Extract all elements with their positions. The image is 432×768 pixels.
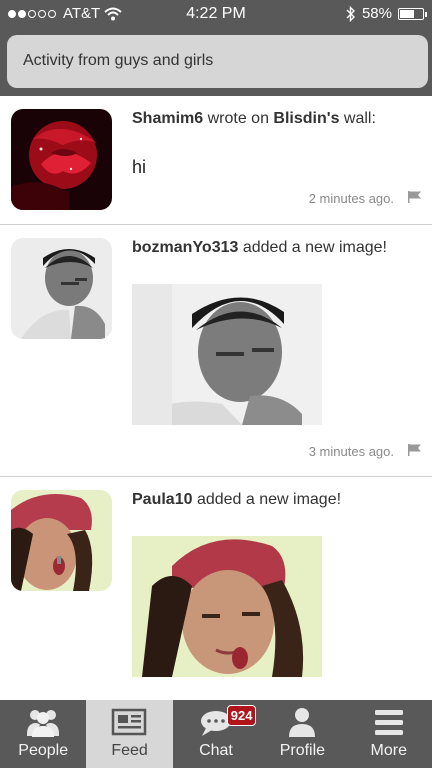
battery-icon: [398, 7, 427, 20]
newspaper-icon: [112, 708, 147, 736]
page-title: Activity from guys and girls: [23, 52, 214, 69]
flag-icon[interactable]: [408, 444, 422, 456]
profile-icon: [289, 708, 316, 737]
username-link[interactable]: bozmanYo313: [132, 239, 238, 256]
tab-feed[interactable]: Feed: [86, 700, 173, 768]
tab-label: Profile: [279, 742, 326, 759]
system-indicators: 58%: [346, 5, 427, 22]
activity-headline: Shamim6 wrote on Blisdin's wall:: [132, 110, 376, 128]
tab-people[interactable]: People: [0, 700, 86, 768]
feed-item: Shamim6 wrote on Blisdin's wall: hi 2 mi…: [0, 96, 432, 225]
bluetooth-icon: [346, 5, 355, 22]
username-link[interactable]: Paula10: [132, 491, 192, 508]
post-message: hi: [132, 157, 147, 177]
username-link[interactable]: Shamim6: [132, 110, 203, 127]
tab-chat[interactable]: 924 Chat: [173, 700, 259, 768]
feed-item: Paula10 added a new image!: [0, 477, 432, 700]
post-image[interactable]: [132, 284, 322, 425]
tab-label: Chat: [199, 742, 233, 759]
tab-bar: People Feed 924 Chat Profile More: [0, 700, 432, 768]
flag-icon[interactable]: [408, 191, 422, 203]
tab-label: More: [370, 742, 407, 759]
activity-action: added a new image!: [242, 239, 387, 256]
tab-more[interactable]: More: [346, 700, 432, 768]
activity-action: added a new image!: [196, 491, 342, 508]
avatar[interactable]: [11, 238, 112, 339]
status-bar: AT&T 4:22 PM 58%: [0, 0, 432, 28]
timestamp: 2 minutes ago.: [308, 191, 394, 206]
activity-title-box[interactable]: Activity from guys and girls: [7, 35, 428, 88]
tab-profile[interactable]: Profile: [259, 700, 345, 768]
activity-feed[interactable]: Shamim6 wrote on Blisdin's wall: hi 2 mi…: [0, 96, 432, 700]
activity-headline: Paula10 added a new image!: [132, 491, 341, 509]
unread-badge: 924: [226, 705, 257, 726]
activity-headline: bozmanYo313 added a new image!: [132, 239, 387, 257]
battery-percentage: 58%: [361, 5, 392, 22]
activity-suffix: wall:: [343, 110, 376, 127]
post-image[interactable]: [132, 536, 322, 677]
timestamp: 3 minutes ago.: [308, 444, 394, 459]
tab-label: Feed: [111, 742, 148, 759]
people-icon: [27, 710, 59, 737]
avatar[interactable]: [11, 109, 112, 210]
header: Activity from guys and girls: [0, 28, 432, 96]
tab-label: People: [18, 742, 69, 759]
feed-item: bozmanYo313 added a new image! 3 minutes…: [0, 225, 432, 477]
avatar[interactable]: [11, 490, 112, 591]
menu-icon: [374, 710, 403, 735]
target-link[interactable]: Blisdin's: [273, 110, 339, 127]
activity-action: wrote on: [207, 110, 269, 127]
